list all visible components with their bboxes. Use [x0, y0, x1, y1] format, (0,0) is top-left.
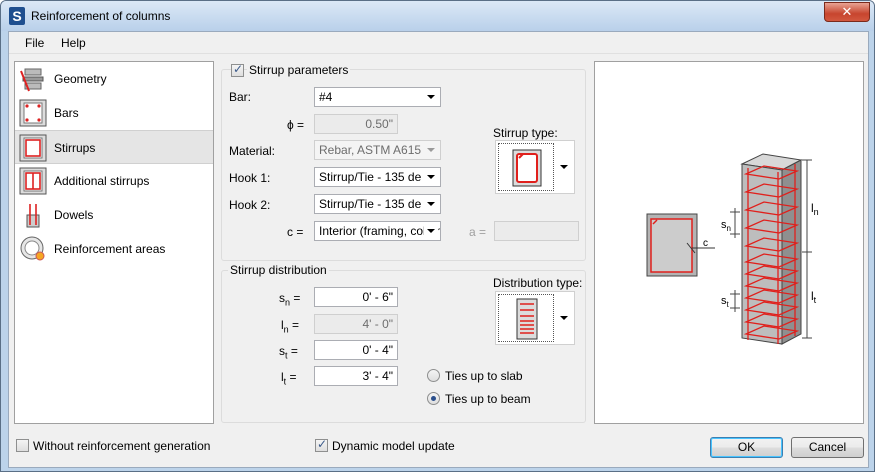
stirrup-distribution-title: Stirrup distribution: [228, 263, 329, 277]
bar-label: Bar:: [229, 90, 252, 104]
sidebar-item-additional-stirrups[interactable]: Additional stirrups: [15, 164, 213, 198]
title-bar[interactable]: S Reinforcement of columns ✕: [1, 1, 874, 31]
sidebar-item-dowels[interactable]: Dowels: [15, 198, 213, 232]
without-reinforcement-label: Without reinforcement generation: [33, 439, 211, 453]
distribution-type-icon: [516, 298, 538, 340]
sidebar-item-label: Bars: [54, 106, 79, 120]
ties-beam-label: Ties up to beam: [445, 392, 531, 406]
hook1-select[interactable]: Stirrup/Tie - 135 de: [314, 167, 441, 187]
sidebar-item-stirrups[interactable]: Stirrups: [15, 130, 213, 164]
ln-field: 4' - 0": [314, 314, 398, 334]
hook2-label: Hook 2:: [229, 198, 271, 212]
distribution-type-picker[interactable]: [495, 291, 575, 345]
sidebar-item-geometry[interactable]: Geometry: [15, 62, 213, 96]
menu-help[interactable]: Help: [61, 36, 86, 50]
additional-stirrups-icon: [19, 167, 47, 195]
close-button[interactable]: ✕: [824, 2, 870, 22]
sidebar: Geometry Bars Stirrups Additional stirru…: [14, 61, 214, 424]
chevron-down-icon: [424, 88, 438, 106]
stirrup-type-picker[interactable]: [495, 140, 575, 194]
dialog-client: File Help Geometry Bars Stirrups Additio…: [8, 31, 869, 468]
sidebar-item-label: Geometry: [54, 72, 107, 86]
geometry-icon: [20, 68, 44, 92]
a-label: a =: [469, 225, 487, 239]
column-preview-drawing: c ln lt sn st: [646, 153, 819, 345]
material-select: Rebar, ASTM A615: [314, 140, 441, 160]
stirrups-icon: [19, 134, 47, 162]
c-label: c =: [287, 225, 304, 239]
ties-slab-radio[interactable]: [427, 369, 440, 382]
cancel-button[interactable]: Cancel: [791, 437, 864, 458]
stirrup-type-label: Stirrup type:: [493, 126, 558, 140]
bar-select[interactable]: #4: [314, 87, 441, 107]
sn-label: sn =: [279, 291, 301, 308]
preview-label-lt: lt: [811, 289, 817, 305]
sidebar-item-label: Stirrups: [54, 141, 96, 155]
sidebar-item-reinforcement-areas[interactable]: Reinforcement areas: [15, 232, 213, 266]
ties-slab-label: Ties up to slab: [445, 369, 523, 383]
ties-beam-radio[interactable]: [427, 392, 440, 405]
lt-label: lt =: [281, 370, 297, 387]
chevron-down-icon: [424, 195, 438, 213]
dialog-window: S Reinforcement of columns ✕ File Help G…: [0, 0, 875, 472]
ok-button[interactable]: OK: [710, 437, 783, 458]
sidebar-item-label: Dowels: [54, 208, 94, 222]
st-field[interactable]: 0' - 4": [314, 340, 398, 360]
chevron-down-icon: [424, 222, 438, 240]
stirrup-type-icon: [512, 149, 542, 187]
preview-label-ln: ln: [811, 201, 819, 217]
lt-field[interactable]: 3' - 4": [314, 366, 398, 386]
stirrup-parameters-checkbox[interactable]: [231, 62, 244, 77]
app-icon: S: [9, 7, 25, 25]
c-select[interactable]: Interior (framing, colum: [314, 221, 441, 241]
sidebar-item-label: Additional stirrups: [54, 174, 150, 188]
sidebar-item-label: Reinforcement areas: [54, 242, 166, 256]
material-label: Material:: [229, 144, 276, 158]
sidebar-item-bars[interactable]: Bars: [15, 96, 213, 130]
dynamic-model-update-label: Dynamic model update: [332, 439, 455, 453]
phi-label: ϕ =: [287, 118, 305, 132]
chevron-down-icon: [424, 168, 438, 186]
a-field: [494, 221, 579, 241]
ln-label: ln =: [281, 318, 300, 335]
dynamic-model-update-checkbox[interactable]: [315, 437, 328, 452]
phi-field: 0.50": [314, 114, 398, 134]
preview-label-st: st: [721, 295, 730, 309]
chevron-down-icon: [424, 141, 438, 159]
dowels-icon: [26, 204, 40, 228]
st-label: st =: [279, 344, 298, 361]
hook2-select[interactable]: Stirrup/Tie - 135 de: [314, 194, 441, 214]
sn-field[interactable]: 0' - 6": [314, 287, 398, 307]
reinforcement-areas-icon: [20, 236, 45, 261]
menu-file[interactable]: File: [25, 36, 44, 50]
bars-icon: [19, 99, 47, 127]
preview-label-c: c: [703, 238, 708, 249]
menu-bar: File Help: [9, 32, 868, 54]
distribution-type-label: Distribution type:: [493, 276, 583, 290]
hook1-label: Hook 1:: [229, 171, 271, 185]
window-title: Reinforcement of columns: [31, 9, 171, 23]
without-reinforcement-checkbox[interactable]: [16, 439, 29, 452]
preview-panel: c ln lt sn st: [594, 61, 864, 424]
preview-label-sn: sn: [721, 219, 731, 233]
stirrup-parameters-title: Stirrup parameters: [247, 63, 351, 77]
